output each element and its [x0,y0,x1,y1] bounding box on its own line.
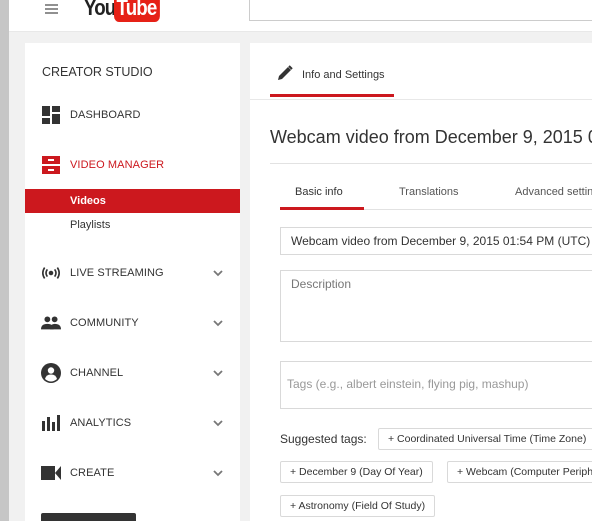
live-streaming-icon [41,263,61,283]
divider [270,163,592,164]
sidebar-item-analytics[interactable]: ANALYTICS [25,411,240,435]
chevron-down-icon[interactable] [213,418,223,428]
chevron-down-icon[interactable] [213,318,223,328]
logo-tube: Tube [114,0,160,22]
sidebar-item-label: LIVE STREAMING [70,267,164,279]
sidebar-bottom-button[interactable] [41,513,136,521]
subtabs: Basic info Translations Advanced setting… [280,178,592,212]
chevron-down-icon[interactable] [213,268,223,278]
community-icon [41,313,61,333]
active-tab-indicator [270,94,394,97]
sidebar-subitem-playlists[interactable]: Playlists [25,213,240,237]
suggested-tag-chip[interactable]: + Webcam (Computer Peripheral) [447,461,592,483]
dashboard-icon [41,105,61,125]
sidebar-item-label: DASHBOARD [70,109,141,121]
description-textarea[interactable]: Description [280,270,592,342]
sidebar-item-create[interactable]: CREATE [25,461,240,485]
pencil-icon [278,65,293,80]
window-edge [0,0,9,521]
create-icon [41,463,61,483]
sidebar-item-dashboard[interactable]: DASHBOARD [25,103,240,127]
masthead: You Tube [9,0,592,32]
suggested-tag-chip[interactable]: + Astronomy (Field Of Study) [280,495,436,517]
sidebar-subitem-videos[interactable]: Videos [25,189,240,213]
chevron-down-icon[interactable] [213,368,223,378]
hamburger-menu-icon[interactable] [45,4,58,14]
tab-label: Info and Settings [302,69,385,81]
sidebar-item-channel[interactable]: CHANNEL [25,361,240,385]
subtab-basic-info[interactable]: Basic info [295,186,343,198]
sidebar-title: CREATOR STUDIO [42,65,153,79]
sidebar-item-label: VIDEO MANAGER [70,159,165,171]
suggested-tag-chip[interactable]: + Coordinated Universal Time (Time Zone) [378,428,592,450]
chevron-down-icon[interactable] [213,468,223,478]
video-title: Webcam video from December 9, 2015 01:54… [270,127,592,147]
youtube-logo[interactable]: You Tube [84,0,168,22]
tab-info-and-settings[interactable]: Info and Settings [270,43,394,97]
suggested-tags-label: Suggested tags: [280,432,367,446]
suggested-tag-chip[interactable]: + December 9 (Day Of Year) [280,461,433,483]
video-editor-panel: Info and Settings Webcam video from Dece… [250,43,592,521]
sidebar-item-label: CREATE [70,467,115,479]
active-subtab-indicator [280,207,364,210]
creator-studio-sidebar: CREATOR STUDIO DASHBOARD VIDEO MANAGER V… [25,43,240,521]
sidebar-item-label: COMMUNITY [70,317,139,329]
sidebar-item-label: CHANNEL [70,367,124,379]
title-input[interactable]: Webcam video from December 9, 2015 01:54… [280,227,592,255]
sidebar-item-community[interactable]: COMMUNITY [25,311,240,335]
sidebar-item-live-streaming[interactable]: LIVE STREAMING [25,261,240,285]
divider [250,99,592,100]
tags-input[interactable]: Tags (e.g., albert einstein, flying pig,… [280,361,592,409]
channel-icon [41,363,61,383]
subtab-advanced-settings[interactable]: Advanced settings [515,186,592,198]
sidebar-item-video-manager[interactable]: VIDEO MANAGER [25,153,240,177]
logo-you: You [84,0,116,20]
analytics-icon [41,413,61,433]
video-manager-icon [41,155,61,175]
subtab-translations[interactable]: Translations [399,186,459,198]
sidebar-item-label: ANALYTICS [70,417,132,429]
search-input[interactable] [249,0,592,21]
